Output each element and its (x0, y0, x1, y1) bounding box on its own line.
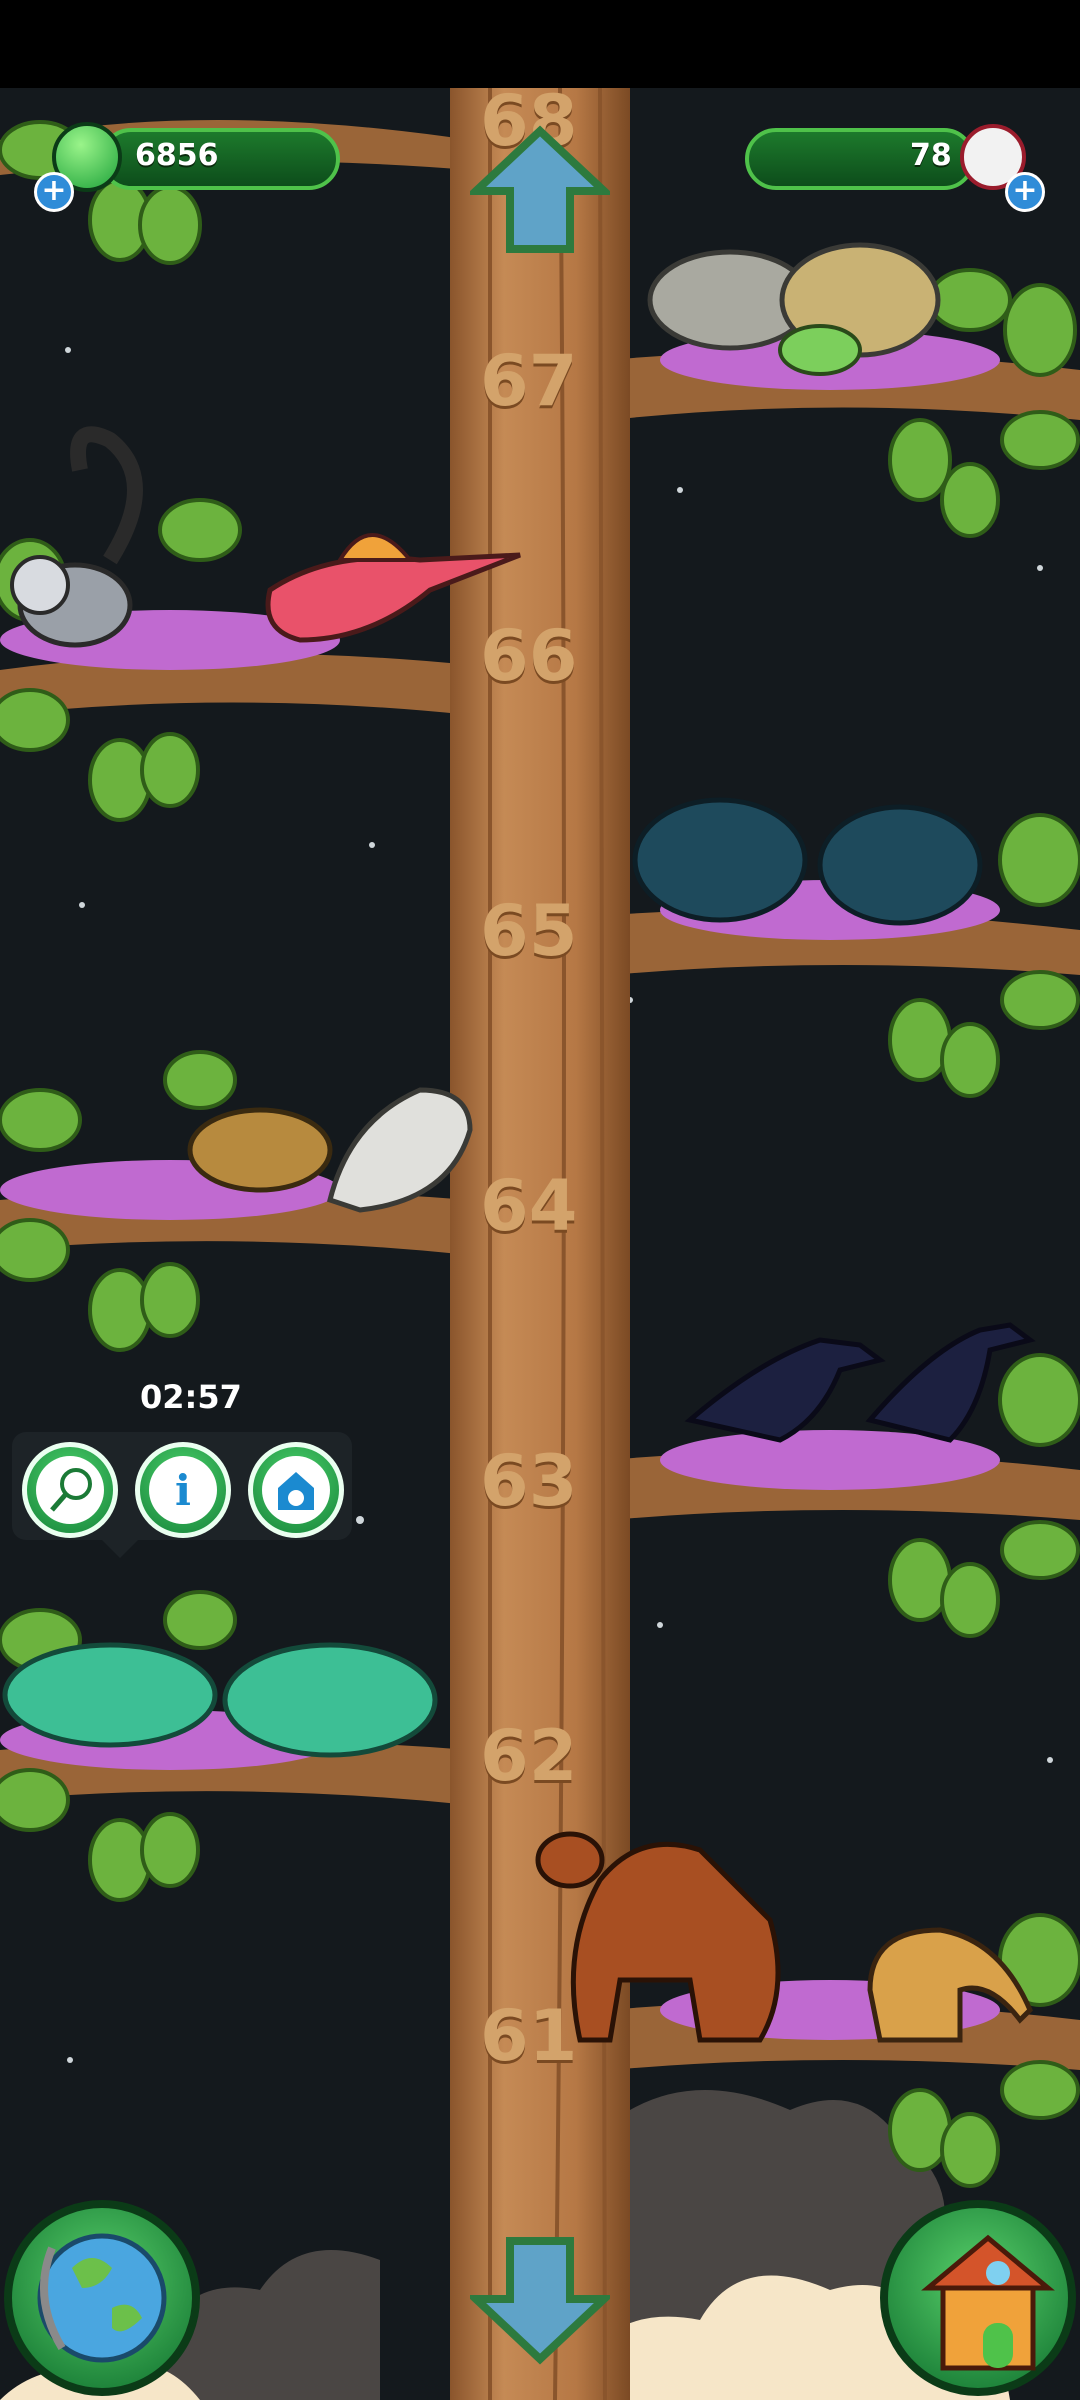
info-icon: i (175, 1465, 191, 1515)
right-currency-value: 78 (910, 138, 952, 173)
home-button[interactable] (880, 2200, 1076, 2396)
beetle-animal-2[interactable] (817, 804, 983, 926)
info-button[interactable]: i (135, 1442, 231, 1538)
left-branches (0, 120, 470, 1805)
level-label: 63 (480, 1440, 578, 1522)
timer: 02:57 (140, 1378, 242, 1416)
level-label: 65 (480, 890, 578, 972)
lion-cub-animal[interactable] (187, 1107, 333, 1193)
net-icon (50, 1468, 92, 1512)
level-label: 67 (480, 340, 578, 422)
scroll-down-button[interactable] (465, 2235, 615, 2365)
seal-animal-2[interactable] (327, 1087, 473, 1213)
globe-button[interactable] (4, 2200, 200, 2396)
house-animal-icon (278, 1472, 314, 1510)
status-bar (0, 0, 1080, 88)
right-branches (610, 352, 1080, 2070)
arrow-down-icon (465, 2237, 615, 2365)
lizard-animal-2[interactable] (222, 1642, 438, 1758)
level-label: 62 (480, 1715, 578, 1797)
add-crystal-icon[interactable]: + (1005, 172, 1045, 212)
lizard-animal-1[interactable] (2, 1642, 218, 1748)
beetle-animal-1[interactable] (632, 797, 808, 923)
globe-icon (37, 2233, 167, 2363)
add-green-icon[interactable]: + (34, 172, 74, 212)
habitat-button[interactable] (248, 1442, 344, 1538)
net-button[interactable] (22, 1442, 118, 1538)
left-currency-value: 6856 (135, 138, 219, 173)
scroll-up-button[interactable] (465, 125, 615, 255)
level-label: 66 (480, 615, 578, 697)
arrow-up-icon (465, 125, 615, 253)
level-label: 61 (480, 1995, 578, 2077)
house-icon (921, 2234, 1055, 2371)
level-label: 64 (480, 1165, 578, 1247)
crow-animal-1[interactable] (684, 1337, 886, 1443)
